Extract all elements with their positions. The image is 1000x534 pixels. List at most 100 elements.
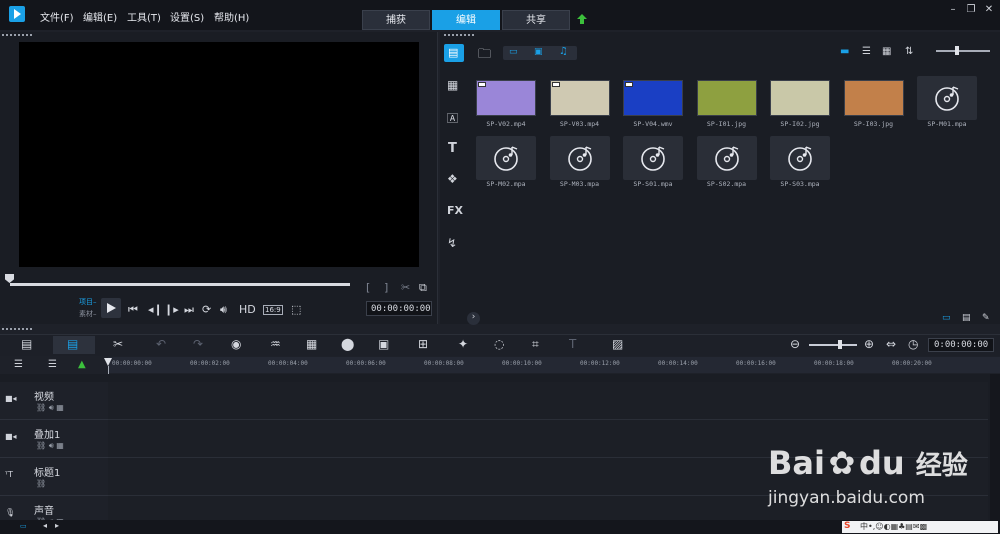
motion-path-icon[interactable]: ✦ bbox=[458, 337, 468, 351]
show-video-icon[interactable]: ▭ bbox=[509, 47, 518, 57]
zoom-slider[interactable] bbox=[809, 344, 857, 346]
volume-icon[interactable]: 🔊︎ bbox=[220, 303, 227, 317]
media-item[interactable]: SP-V04.wmv bbox=[617, 76, 689, 136]
time-ruler[interactable] bbox=[108, 357, 1000, 373]
zoom-in-icon[interactable]: ⊕ bbox=[864, 337, 874, 351]
thumbnail-view-icon[interactable]: ▬ bbox=[840, 46, 849, 57]
track-manager-icon[interactable]: ☰ bbox=[14, 359, 23, 370]
options-icon[interactable]: ✎ bbox=[982, 313, 990, 323]
path-icon[interactable]: ↯ bbox=[447, 236, 457, 250]
split-screen-icon[interactable]: ▨ bbox=[612, 337, 623, 351]
media-item[interactable]: SP-I03.jpg bbox=[838, 76, 910, 136]
play-button[interactable] bbox=[101, 298, 121, 318]
project-duration-icon[interactable]: ◷ bbox=[908, 337, 918, 351]
mark-in-icon[interactable]: [ bbox=[366, 281, 370, 294]
thumb-size-handle[interactable] bbox=[955, 46, 959, 55]
expand-panel-icon[interactable]: › bbox=[467, 312, 480, 325]
media-item[interactable]: SP-S01.mpa bbox=[617, 136, 689, 196]
menu-edit[interactable]: 编辑(E) bbox=[83, 9, 117, 24]
aspect-ratio-button[interactable]: 16:9 bbox=[263, 305, 283, 315]
prev-frame-icon[interactable]: ◂❙ bbox=[148, 303, 163, 316]
instant-project-icon[interactable]: ▦ bbox=[447, 78, 458, 92]
upload-arrow-icon[interactable] bbox=[576, 13, 588, 25]
show-audio-icon[interactable]: ♫ bbox=[559, 46, 568, 57]
timeline-drag-handle[interactable] bbox=[2, 328, 32, 331]
track-lane[interactable] bbox=[108, 382, 988, 420]
tab-share[interactable]: 共享 bbox=[502, 10, 570, 30]
pan-zoom-icon[interactable]: ⌗ bbox=[532, 337, 539, 352]
media-item[interactable]: SP-S02.mpa bbox=[691, 136, 763, 196]
menu-settings[interactable]: 设置(S) bbox=[170, 9, 204, 24]
go-start-icon[interactable]: ⏮ bbox=[128, 303, 138, 317]
library-drag-handle[interactable] bbox=[444, 34, 474, 37]
player-timecode[interactable]: 00:00:00:00 bbox=[366, 301, 432, 316]
record-capture-icon[interactable]: ◉ bbox=[231, 337, 241, 351]
auto-music-icon[interactable]: ▦ bbox=[306, 337, 317, 351]
motion-tracking-icon[interactable]: ⬤ bbox=[341, 337, 354, 351]
media-item[interactable]: SP-I02.jpg bbox=[764, 76, 836, 136]
media-item[interactable]: SP-M03.mpa bbox=[544, 136, 616, 196]
timeline-scrollbar[interactable] bbox=[990, 374, 1000, 520]
track-header[interactable]: ■◂ 叠加1 ⛓ 🔊︎ ▦ bbox=[0, 420, 108, 458]
tab-edit[interactable]: 编辑 bbox=[432, 10, 500, 30]
track-controls[interactable]: ⛓ bbox=[36, 479, 46, 488]
close-icon[interactable]: ✕ bbox=[982, 4, 996, 16]
sogou-ime-icon[interactable]: S bbox=[844, 521, 850, 531]
toolbox-icon[interactable]: ✂ bbox=[113, 337, 123, 351]
3d-title-icon[interactable]: T bbox=[569, 337, 576, 351]
tab-capture[interactable]: 捕获 bbox=[362, 10, 430, 30]
media-item[interactable]: SP-S03.mpa bbox=[764, 136, 836, 196]
track-zoom-icon[interactable]: ▭ bbox=[20, 522, 27, 530]
storyboard-icon[interactable]: ▤ bbox=[962, 313, 971, 323]
project-mode-label[interactable]: 项目– bbox=[79, 297, 97, 307]
sound-mixer-icon[interactable]: ♒ bbox=[270, 337, 281, 351]
graphics-icon[interactable]: ❖ bbox=[447, 172, 458, 186]
zoom-out-icon[interactable]: ⊖ bbox=[790, 337, 800, 351]
media-library-button[interactable]: ▤ bbox=[444, 44, 464, 62]
next-frame-icon[interactable]: ❙▸ bbox=[164, 303, 179, 316]
scissors-icon[interactable]: ✂ bbox=[401, 281, 410, 294]
details-view-icon[interactable]: ▦ bbox=[882, 46, 891, 57]
timeline-view-button[interactable]: ▤ bbox=[53, 336, 95, 354]
thumb-size-slider[interactable] bbox=[936, 50, 990, 52]
fit-project-icon[interactable]: ⇔ bbox=[886, 337, 896, 351]
track-header[interactable]: ■◂ 视频 ⛓ 🔊︎ ▦ bbox=[0, 382, 108, 420]
scroll-left-icon[interactable]: ◂ bbox=[43, 521, 47, 530]
smart-proxy-icon[interactable]: ◌ bbox=[494, 337, 504, 351]
minimize-icon[interactable]: – bbox=[946, 4, 960, 16]
repeat-icon[interactable]: ⟳ bbox=[202, 303, 211, 316]
transition-icon[interactable]: 🄰 bbox=[447, 110, 458, 126]
media-item[interactable]: SP-M01.mpa bbox=[911, 76, 983, 136]
zoom-handle[interactable] bbox=[838, 340, 842, 349]
timeline-timecode[interactable]: 0:00:00:00 bbox=[928, 338, 994, 352]
hd-toggle[interactable]: HD bbox=[239, 303, 256, 316]
show-photo-icon[interactable]: ▣ bbox=[534, 47, 543, 57]
ime-tools-icon[interactable]: 中•,☺◐▦♣▤✉▩ bbox=[860, 521, 927, 532]
undo-icon[interactable]: ↶ bbox=[156, 337, 166, 351]
filter-fx-icon[interactable]: FX bbox=[447, 204, 463, 217]
menu-tools[interactable]: 工具(T) bbox=[127, 9, 161, 24]
menu-file[interactable]: 文件(F) bbox=[40, 9, 74, 24]
library-view-icon[interactable]: ▭ bbox=[942, 313, 951, 323]
list-view-icon[interactable]: ☰ bbox=[862, 46, 871, 57]
media-item[interactable]: SP-I01.jpg bbox=[691, 76, 763, 136]
subtitle-editor-icon[interactable]: ▣ bbox=[378, 337, 389, 351]
restore-icon[interactable]: ❐ bbox=[964, 4, 978, 16]
sort-icon[interactable]: ⇅ bbox=[905, 46, 913, 57]
drag-handle[interactable] bbox=[2, 34, 32, 37]
chapter-menu-icon[interactable]: ☰ bbox=[48, 359, 57, 370]
track-controls[interactable]: ⛓ 🔊︎ ▦ bbox=[36, 441, 64, 451]
track-controls[interactable]: ⛓ 🔊︎ ▦ bbox=[36, 403, 64, 413]
scrub-bar[interactable] bbox=[10, 283, 350, 286]
scroll-right-icon[interactable]: ▸ bbox=[55, 521, 59, 530]
multi-trim-icon[interactable]: ⊞ bbox=[418, 337, 428, 351]
enlarge-icon[interactable]: ⧉ bbox=[419, 281, 427, 295]
add-folder-icon[interactable]: 🗀︎ bbox=[478, 45, 491, 67]
track-header[interactable]: ᵀT 标题1 ⛓ bbox=[0, 458, 108, 496]
menu-help[interactable]: 帮助(H) bbox=[214, 9, 249, 24]
media-item[interactable]: SP-V02.mp4 bbox=[470, 76, 542, 136]
mark-out-icon[interactable]: ] bbox=[384, 281, 388, 294]
clip-mode-label[interactable]: 素材– bbox=[79, 309, 97, 319]
add-marker-icon[interactable]: ▲ bbox=[78, 359, 86, 370]
storyboard-view-icon[interactable]: ▤ bbox=[21, 337, 32, 351]
